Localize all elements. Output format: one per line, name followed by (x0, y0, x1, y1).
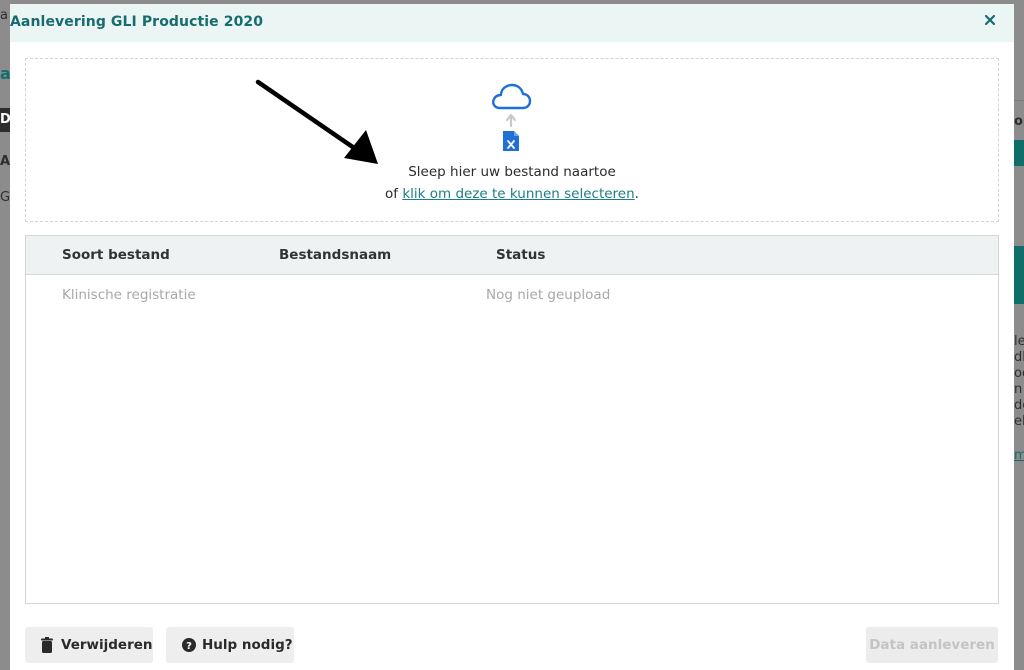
bg-fragment: le (1014, 334, 1024, 349)
annotation-arrow-icon (255, 79, 378, 164)
bg-fragment: m (1014, 448, 1024, 463)
delete-button-label: Verwijderen (61, 637, 153, 653)
svg-text:?: ? (186, 641, 192, 652)
dropzone-suffix: . (634, 186, 639, 202)
help-button[interactable]: ? Hulp nodig? (166, 627, 294, 663)
column-header-bestandsnaam: Bestandsnaam (279, 247, 392, 263)
cloud-icon (492, 83, 532, 110)
submit-data-button-label: Data aanleveren (869, 637, 995, 653)
column-header-soort-bestand: Soort bestand (62, 247, 170, 263)
bg-fragment: oo (1014, 366, 1024, 381)
bg-fragment: a (0, 8, 8, 23)
trash-icon (41, 637, 53, 653)
bg-fragment: elc (1014, 414, 1024, 429)
bg-fragment: op (1014, 114, 1024, 129)
bg-fragment: dl (1014, 350, 1024, 365)
bg-fragment: n (1014, 382, 1023, 397)
file-table: Soort bestand Bestandsnaam Status Klinis… (25, 235, 999, 604)
file-dropzone[interactable]: Sleep hier uw bestand naartoe of klik om… (25, 58, 999, 222)
bg-teal-bar (1014, 140, 1024, 166)
question-circle-icon: ? (182, 638, 196, 652)
dropzone-prefix: of (385, 186, 403, 202)
cell-status: Nog niet geupload (486, 287, 611, 303)
column-header-status: Status (496, 247, 546, 263)
excel-file-icon (503, 131, 519, 151)
close-button[interactable] (980, 12, 1000, 32)
delete-button[interactable]: Verwijderen (25, 627, 153, 663)
table-header: Soort bestand Bestandsnaam Status (26, 236, 998, 275)
upload-modal: Aanlevering GLI Productie 2020 Sleep hie… (10, 4, 1014, 670)
bg-divider (1014, 100, 1024, 101)
upload-arrow-icon (505, 113, 517, 127)
help-button-label: Hulp nodig? (202, 637, 293, 653)
bg-teal-block (1014, 246, 1024, 304)
close-icon (984, 14, 996, 26)
bg-fragment: de (1014, 398, 1024, 413)
cell-soort-bestand: Klinische registratie (62, 287, 196, 303)
modal-header: Aanlevering GLI Productie 2020 (10, 4, 1014, 42)
dropzone-select-line: of klik om deze te kunnen selecteren. (26, 186, 998, 202)
dropzone-instruction: Sleep hier uw bestand naartoe (408, 164, 616, 180)
modal-title: Aanlevering GLI Productie 2020 (10, 14, 264, 30)
submit-data-button[interactable]: Data aanleveren (866, 627, 998, 663)
select-file-link[interactable]: klik om deze te kunnen selecteren (402, 186, 634, 202)
